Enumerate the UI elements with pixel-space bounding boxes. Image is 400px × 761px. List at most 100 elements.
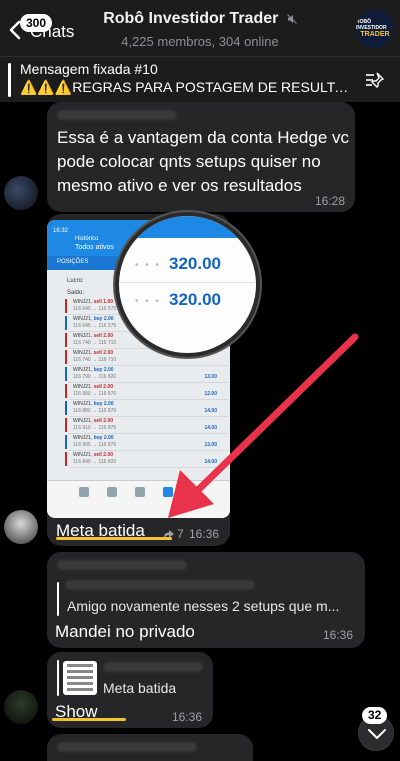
message-text: Essa é a vantagem da conta Hedge vc pode… [57, 128, 350, 195]
screenshot-summary: Lucro: Saldo: [67, 275, 84, 299]
screenshot-nav-icon [191, 487, 201, 497]
trade-symbol: WINJ21, buy 2.00 [73, 401, 114, 407]
trade-side: buy 2.00 [93, 367, 114, 373]
trade-row: WINJ21, sell 2.00 116 910 → 116 875 14.00 [65, 417, 229, 434]
trade-prices: 116 640 → 116 575 [73, 306, 117, 312]
screenshot-nav-icon [163, 487, 173, 497]
trade-side: sell 1.00 [93, 299, 114, 305]
forward-count: 7 [177, 527, 184, 541]
message-text: Mandei no privado [55, 622, 195, 641]
trade-side: sell 2.00 [93, 333, 114, 339]
trade-result: 13.00 [204, 442, 217, 448]
chat-title-text: Robô Investidor Trader [103, 10, 279, 27]
sender-name-redacted [57, 110, 177, 120]
trade-symbol: WINJ21, sell 2.00 [73, 350, 114, 356]
pinned-message-bar[interactable]: Mensagem fixada #10 ⚠️⚠️⚠️REGRAS PARA PO… [0, 56, 400, 102]
trade-result: 13.00 [204, 374, 217, 380]
trade-prices: 116 740 → 116 710 [73, 340, 117, 346]
trade-side: buy 2.00 [93, 401, 114, 407]
trade-row: WINJ21, buy 2.00 116 905 → 116 875 13.00 [65, 434, 229, 451]
reply-indicator [57, 660, 59, 696]
sender-avatar[interactable] [4, 690, 38, 724]
pinned-text: ⚠️⚠️⚠️REGRAS PARA POSTAGEM DE RESULTA... [20, 79, 350, 95]
trade-side: buy 2.00 [93, 316, 114, 322]
row-marker [65, 350, 67, 364]
zoom-header [119, 216, 256, 238]
row-marker [65, 367, 67, 381]
sender-avatar[interactable] [4, 510, 38, 544]
chevron-down-icon [368, 729, 386, 739]
member-count: 4,225 membros, 304 online [121, 34, 279, 49]
trade-side: sell 2.00 [93, 350, 114, 356]
chat-title[interactable]: Robô Investidor Trader [0, 10, 400, 28]
trade-result: 14.00 [204, 459, 217, 465]
trade-symbol: WINJ21, buy 2.00 [73, 367, 114, 373]
trade-prices: 116 910 → 116 875 [73, 425, 117, 431]
message-time: 16:28 [315, 194, 346, 208]
message-bubble-partial[interactable] [47, 734, 253, 761]
unread-chats-badge: 300 [20, 14, 53, 32]
screenshot-tab-label: POSIÇÕES [57, 259, 89, 265]
chat-header: 300 Chats Robô Investidor Trader 4,225 m… [0, 0, 400, 56]
reply-indicator [57, 582, 59, 616]
trade-prices: 116 880 → 116 870 [73, 408, 117, 414]
pinned-title: Mensagem fixada #10 [20, 61, 158, 77]
group-avatar[interactable]: ROBÔ INVESTIDOR TRADER [356, 10, 394, 48]
trade-symbol: WINJ21, sell 2.00 [73, 452, 114, 458]
trade-row: WINJ21, buy 2.00 116 790 → 116 820 13.00 [65, 366, 229, 383]
row-marker [65, 384, 67, 398]
trade-result: 14.00 [204, 408, 217, 414]
row-marker [65, 299, 67, 313]
screenshot-lucro: Lucro: [67, 278, 84, 284]
screenshot-bottom-nav [47, 480, 230, 518]
reply-preview-text: Meta batida [103, 680, 177, 696]
trade-symbol: WINJ21, sell 1.00 [73, 299, 114, 305]
trade-prices: 116 740 → 116 710 [73, 357, 117, 363]
screenshot-nav-icon [107, 487, 117, 497]
row-marker [65, 452, 67, 466]
muted-icon [286, 13, 297, 24]
row-marker [65, 316, 67, 330]
message-time: 16:36 [323, 628, 354, 642]
sender-avatar[interactable] [4, 176, 38, 210]
screenshot-header-sub: Todos ativos [75, 244, 114, 251]
trade-symbol: WINJ21, sell 2.00 [73, 333, 114, 339]
trade-result: 14.00 [204, 425, 217, 431]
trade-side: sell 2.00 [93, 384, 114, 390]
zoom-value-lucro: 320.00 [169, 254, 221, 273]
screenshot-nav-icon [135, 487, 145, 497]
trade-side: sell 2.00 [93, 452, 114, 458]
zoom-magnifier-circle: • • • 320.00 • • • 320.00 [115, 212, 260, 357]
divider [119, 282, 256, 283]
reply-message-bubble[interactable]: Amigo novamente nesses 2 setups que m...… [47, 552, 365, 648]
screenshot-header-title: Histórico [75, 236, 99, 242]
screenshot-time: 16:32 [53, 228, 69, 234]
sender-name-redacted [57, 742, 197, 752]
zoom-value-saldo: 320.00 [169, 290, 221, 309]
trade-prices: 116 900 → 116 870 [73, 391, 117, 397]
row-marker [65, 418, 67, 432]
trade-symbol: WINJ21, sell 2.00 [73, 418, 114, 424]
trade-prices: 116 840 → 116 820 [73, 459, 117, 465]
reply-message-bubble[interactable]: Meta batida Show 16:36 [47, 652, 213, 728]
trade-symbol: WINJ21, buy 2.00 [73, 435, 114, 441]
reply-sender-redacted [65, 580, 255, 590]
sender-name-redacted [57, 560, 187, 570]
screenshot-nav-icon [79, 487, 89, 497]
trade-row: WINJ21, sell 2.00 116 840 → 116 820 14.00 [65, 451, 229, 468]
message-highlight [52, 718, 126, 721]
pin-list-icon[interactable] [364, 69, 386, 91]
trade-side: sell 2.00 [93, 418, 114, 424]
pinned-indicator [8, 63, 11, 97]
avatar-logo-line1: ROBÔ INVESTIDOR [356, 19, 387, 31]
row-marker [65, 401, 67, 415]
zoom-dots: • • • [135, 260, 162, 271]
trade-prices: 116 905 → 116 875 [73, 442, 117, 448]
message-bubble[interactable]: Essa é a vantagem da conta Hedge vc pode… [47, 102, 355, 212]
trade-prices: 116 790 → 116 820 [73, 374, 117, 380]
trade-side: buy 2.00 [93, 435, 114, 441]
message-time: 16:36 [189, 527, 220, 541]
caption-row: Meta batida 7 16:36 [47, 518, 230, 546]
reply-preview-text: Amigo novamente nesses 2 setups que m... [67, 598, 340, 614]
row-marker [65, 333, 67, 347]
